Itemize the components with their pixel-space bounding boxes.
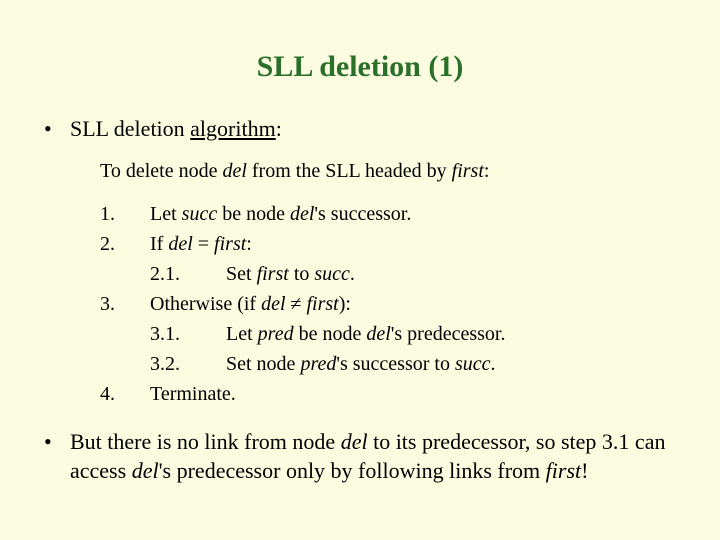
t: Let [226,323,258,345]
step-3-1: 3.1. Let pred be node del's predecessor. [150,319,676,349]
step-2-1: 2.1. Set first to succ. [150,259,676,289]
intro-post: : [484,160,490,182]
t: ≠ [286,293,307,315]
t: Let [150,203,182,225]
substep-body: Set node pred's successor to succ. [226,349,676,379]
it: first [257,263,289,285]
t: . [491,353,496,375]
t: to [289,263,315,285]
t: But there is no link from node [70,429,341,454]
bullet-algorithm: • SLL deletion algorithm: [44,114,676,144]
it: del [290,203,314,225]
step-3: 3. Otherwise (if del ≠ first): 3.1. Let … [100,289,676,379]
it: succ [455,353,491,375]
substep-number: 3.1. [150,319,226,349]
t: Otherwise (if [150,293,261,315]
step-body: Otherwise (if del ≠ first): 3.1. Let pre… [150,289,676,379]
step-body: If del = first: 2.1. Set first to succ. [150,229,676,289]
bullet-text: SLL deletion algorithm: [70,114,676,144]
it: del [261,293,285,315]
step-1: 1. Let succ be node del's successor. [100,199,676,229]
t: be node [217,203,290,225]
slide: SLL deletion (1) • SLL deletion algorith… [0,0,720,540]
step-number: 3. [100,289,150,379]
intro-pre: To delete node [100,160,222,182]
intro-first: first [452,160,484,182]
step-3-2: 3.2. Set node pred's successor to succ. [150,349,676,379]
heading-underline: algorithm [190,116,276,141]
t: ! [581,458,588,483]
intro-del: del [222,160,246,182]
t: If [150,233,168,255]
it: first [307,293,339,315]
t: Set [226,263,257,285]
step-number: 4. [100,379,150,409]
step-4: 4. Terminate. [100,379,676,409]
t: 's successor to [336,353,455,375]
step-number: 1. [100,199,150,229]
t: 's predecessor. [391,323,506,345]
bullet-dot: • [44,114,70,144]
bullet-note: • But there is no link from node del to … [44,427,676,486]
steps: 1. Let succ be node del's successor. 2. … [100,199,676,409]
t: Set node [226,353,300,375]
it: succ [314,263,350,285]
slide-title: SLL deletion (1) [44,50,676,84]
t: . [350,263,355,285]
t: 's successor. [314,203,411,225]
t: be node [294,323,367,345]
intro-mid: from the SLL headed by [247,160,452,182]
heading-post: : [276,116,282,141]
t: 's predecessor only by following links f… [159,458,546,483]
intro-line: To delete node del from the SLL headed b… [100,158,676,185]
it: del [132,458,159,483]
substep-body: Set first to succ. [226,259,676,289]
bullet-dot: • [44,427,70,486]
step-body: Terminate. [150,379,676,409]
it: del [168,233,192,255]
substep-body: Let pred be node del's predecessor. [226,319,676,349]
substep-number: 2.1. [150,259,226,289]
it: pred [258,323,294,345]
it: succ [182,203,218,225]
it: first [546,458,581,483]
substep-number: 3.2. [150,349,226,379]
t: = [193,233,214,255]
step-body: Let succ be node del's successor. [150,199,676,229]
it: del [366,323,390,345]
it: pred [300,353,336,375]
step-2: 2. If del = first: 2.1. Set first to suc… [100,229,676,289]
it: first [214,233,246,255]
t: ): [339,293,351,315]
step-number: 2. [100,229,150,289]
t: : [246,233,252,255]
heading-pre: SLL deletion [70,116,190,141]
it: del [341,429,368,454]
bullet-text: But there is no link from node del to it… [70,427,676,486]
